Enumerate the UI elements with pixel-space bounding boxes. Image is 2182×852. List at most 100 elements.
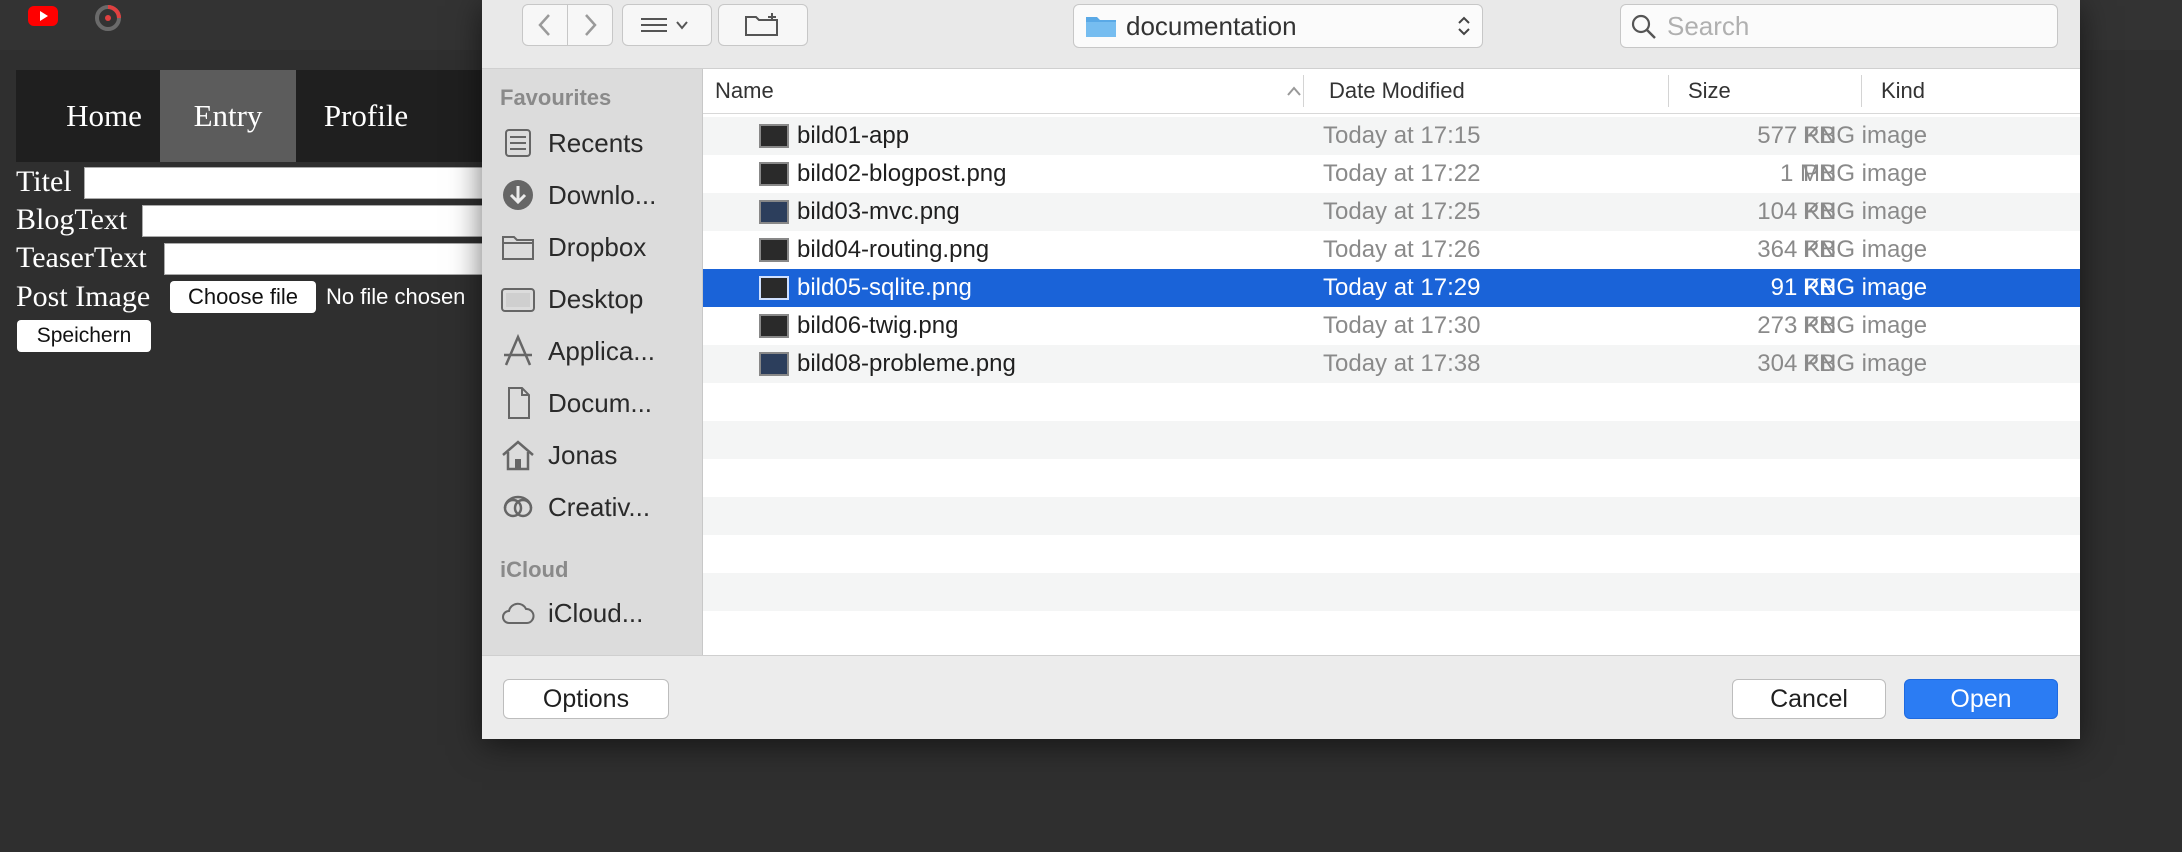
list-view-icon	[641, 18, 688, 32]
sidebar-item-applications[interactable]: Applica...	[500, 329, 700, 373]
chevron-left-icon	[538, 14, 550, 36]
site-navbar: Home Entry Profile	[16, 70, 486, 162]
image-thumbnail-icon	[759, 352, 789, 376]
favourites-header: Favourites	[500, 85, 612, 110]
image-thumbnail-icon	[759, 276, 789, 300]
image-thumbnail-icon	[759, 124, 789, 148]
image-thumbnail-icon	[759, 200, 789, 224]
new-folder-icon	[745, 13, 778, 36]
sidebar-item-desktop[interactable]: Desktop	[500, 277, 700, 321]
icloud-header: iCloud	[500, 557, 569, 582]
back-button[interactable]	[522, 4, 568, 46]
dialog-toolbar: documentation Search	[482, 0, 2080, 69]
location-select[interactable]: documentation	[1073, 4, 1483, 48]
cancel-button[interactable]: Cancel	[1732, 679, 1886, 719]
title-label: Titel	[16, 165, 72, 198]
sort-ascending-icon[interactable]	[1286, 84, 1302, 98]
file-date: Today at 17:25	[1323, 198, 1481, 225]
sidebar-item-downloads[interactable]: Downlo...	[500, 173, 700, 217]
file-row[interactable]: bild02-blogpost.png Today at 17:22 1 MB …	[703, 155, 2080, 193]
file-row[interactable]: bild01-app Today at 17:15 577 KB PNG ima…	[703, 117, 2080, 155]
sidebar-item-dropbox[interactable]: Dropbox	[500, 225, 700, 269]
file-date: Today at 17:29	[1323, 274, 1481, 301]
dialog-sidebar: Favourites Recents Downlo... Dropbox Des…	[482, 69, 703, 655]
location-label: documentation	[1126, 11, 1297, 41]
image-thumbnail-icon	[759, 238, 789, 262]
desktop-icon	[501, 288, 535, 312]
teaser-label: TeaserText	[16, 241, 147, 274]
file-name: bild08-probleme.png	[797, 350, 1016, 377]
search-input[interactable]: Search	[1620, 4, 2058, 48]
sidebar-item-label: Desktop	[548, 284, 644, 314]
sidebar-item-documents[interactable]: Docum...	[500, 381, 700, 425]
column-name[interactable]: Name	[715, 69, 774, 113]
teaser-input[interactable]	[164, 243, 504, 275]
search-placeholder: Search	[1667, 11, 1750, 41]
open-button[interactable]: Open	[1904, 679, 2058, 719]
nav-entry[interactable]: Entry	[160, 70, 296, 162]
file-name: bild03-mvc.png	[797, 198, 960, 225]
sidebar-item-label: iCloud...	[548, 598, 644, 628]
choose-file-button[interactable]: Choose file	[170, 281, 316, 313]
column-kind[interactable]: Kind	[1881, 69, 1925, 113]
clock-icon	[505, 129, 531, 157]
file-row[interactable]: bild03-mvc.png Today at 17:25 104 KB PNG…	[703, 193, 2080, 231]
youtube-icon[interactable]	[28, 4, 58, 28]
file-row[interactable]: bild08-probleme.png Today at 17:38 304 K…	[703, 345, 2080, 383]
column-divider[interactable]	[1668, 75, 1669, 107]
forward-button[interactable]	[567, 4, 613, 46]
file-row[interactable]: bild06-twig.png Today at 17:30 273 KB PN…	[703, 307, 2080, 345]
sidebar-item-label: Creativ...	[548, 492, 651, 522]
file-date: Today at 17:22	[1323, 160, 1481, 187]
file-name: bild06-twig.png	[797, 312, 959, 339]
loading-icon[interactable]	[92, 2, 124, 34]
sidebar-item-label: Downlo...	[548, 180, 657, 210]
column-size[interactable]: Size	[1688, 69, 1731, 113]
sidebar-item-home[interactable]: Jonas	[500, 433, 700, 477]
column-divider[interactable]	[1861, 75, 1862, 107]
sidebar-item-label: Docum...	[548, 388, 653, 418]
open-file-dialog: documentation Search Favourites Recents …	[482, 0, 2080, 739]
cloud-icon	[502, 602, 535, 624]
home-icon	[502, 440, 534, 471]
nav-profile[interactable]: Profile	[296, 70, 436, 162]
file-date: Today at 17:26	[1323, 236, 1481, 263]
file-row-selected[interactable]: bild05-sqlite.png Today at 17:29 91 KB P…	[703, 269, 2080, 307]
empty-row	[703, 497, 2080, 535]
column-date[interactable]: Date Modified	[1329, 69, 1465, 113]
column-header-row: Name Date Modified Size Kind	[703, 69, 2080, 114]
file-kind: PNG image	[1803, 274, 1928, 301]
file-name: bild04-routing.png	[797, 236, 990, 263]
blogtext-label: BlogText	[16, 203, 128, 236]
download-icon	[503, 180, 533, 210]
save-button[interactable]: Speichern	[17, 320, 151, 352]
blogtext-input[interactable]	[142, 205, 504, 237]
file-name: bild02-blogpost.png	[797, 160, 1007, 187]
file-kind: PNG image	[1803, 350, 1928, 377]
file-name: bild05-sqlite.png	[797, 274, 972, 301]
sidebar-item-recents[interactable]: Recents	[500, 121, 700, 165]
file-row[interactable]: bild04-routing.png Today at 17:26 364 KB…	[703, 231, 2080, 269]
sidebar-item-icloud-drive[interactable]: iCloud...	[500, 591, 700, 635]
search-icon	[1631, 14, 1656, 39]
document-icon	[508, 387, 530, 419]
file-name: bild01-app	[797, 122, 910, 149]
sidebar-item-creative-cloud[interactable]: Creativ...	[500, 485, 700, 529]
file-kind: PNG image	[1803, 312, 1928, 339]
image-thumbnail-icon	[759, 162, 789, 186]
column-divider[interactable]	[1303, 75, 1304, 107]
new-folder-button[interactable]	[718, 4, 808, 46]
empty-row	[703, 421, 2080, 459]
dialog-footer: Options Cancel Open	[482, 655, 2080, 739]
view-mode-button[interactable]	[622, 4, 712, 46]
sidebar-item-label: Dropbox	[548, 232, 647, 262]
folder-icon	[1086, 17, 1116, 37]
applications-icon	[504, 333, 532, 366]
nav-home[interactable]: Home	[30, 70, 178, 162]
title-input[interactable]	[84, 167, 504, 199]
file-date: Today at 17:15	[1323, 122, 1481, 149]
empty-row	[703, 573, 2080, 611]
sidebar-item-label: Recents	[548, 128, 644, 158]
options-button[interactable]: Options	[503, 679, 669, 719]
sidebar-item-label: Applica...	[548, 336, 655, 366]
